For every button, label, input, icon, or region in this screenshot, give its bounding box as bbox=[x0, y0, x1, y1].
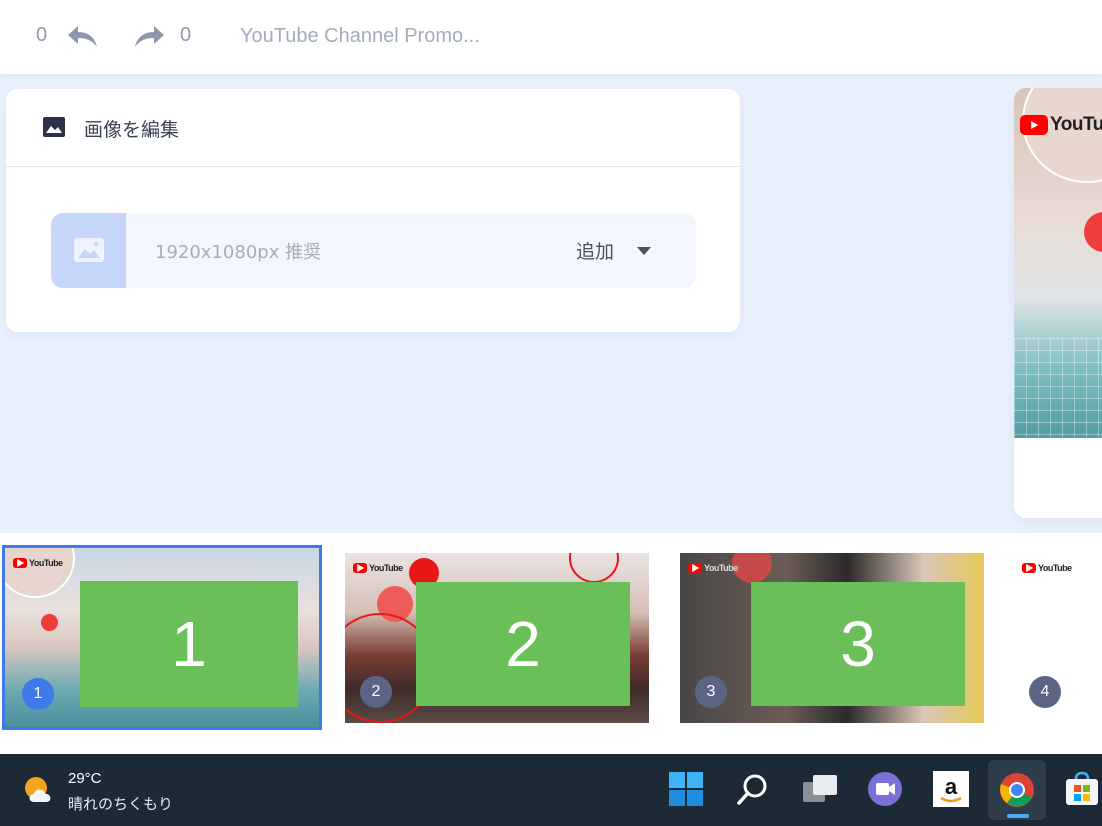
youtube-play-icon bbox=[353, 563, 367, 573]
youtube-logo: YouTube bbox=[688, 563, 738, 573]
youtube-play-icon bbox=[1022, 563, 1036, 573]
preview-grid-pattern bbox=[1014, 338, 1102, 438]
youtube-logo: YouTube bbox=[1022, 563, 1072, 573]
chevron-down-icon[interactable] bbox=[637, 247, 651, 255]
amazon-icon[interactable]: a bbox=[931, 769, 971, 809]
chrome-icon[interactable] bbox=[988, 760, 1046, 820]
youtube-logo-text: YouTube bbox=[29, 558, 63, 568]
svg-text:a: a bbox=[945, 774, 958, 799]
slide-red-dot bbox=[41, 614, 58, 631]
youtube-play-icon bbox=[688, 563, 702, 573]
slide-number-badge: 2 bbox=[360, 676, 392, 708]
undo-icon[interactable] bbox=[66, 24, 100, 54]
weather-temperature[interactable]: 29°C bbox=[68, 770, 102, 787]
youtube-logo-text: YouTube bbox=[704, 563, 738, 573]
redo-count: 0 bbox=[180, 24, 192, 46]
microsoft-store-icon[interactable] bbox=[1062, 769, 1102, 809]
redo-icon[interactable] bbox=[132, 24, 166, 54]
edit-image-card: 画像を編集 1920x1080px 推奨 追加 bbox=[6, 89, 740, 332]
youtube-logo: YouTube bbox=[1020, 114, 1102, 136]
image-icon bbox=[42, 116, 66, 142]
add-button[interactable]: 追加 bbox=[576, 237, 614, 264]
image-uploader[interactable]: 1920x1080px 推奨 追加 bbox=[51, 213, 696, 288]
slide-thumbnail-3[interactable]: YouTube 3 3 bbox=[680, 553, 984, 723]
search-icon[interactable] bbox=[733, 769, 773, 809]
slide-number-badge: 1 bbox=[22, 678, 54, 710]
partly-cloudy-icon[interactable] bbox=[22, 774, 58, 810]
uploader-hint: 1920x1080px 推奨 bbox=[155, 242, 322, 263]
card-header: 画像を編集 bbox=[6, 89, 740, 167]
editor-topbar: 0 0 YouTube Channel Promo... bbox=[0, 0, 1102, 74]
youtube-logo: YouTube bbox=[353, 563, 403, 573]
slide-number-badge: 4 bbox=[1029, 676, 1061, 708]
youtube-logo-text: YouTube bbox=[1050, 114, 1102, 135]
slide-strip: YouTube 1 1 YouTube 2 2 YouTube 3 3 YouT… bbox=[0, 533, 1102, 754]
weather-condition[interactable]: 晴れのちくもり bbox=[68, 793, 173, 814]
youtube-play-icon bbox=[1020, 115, 1048, 135]
slide-thumbnail-2[interactable]: YouTube 2 2 bbox=[345, 553, 649, 723]
teams-chat-icon[interactable] bbox=[865, 769, 905, 809]
task-view-icon[interactable] bbox=[800, 769, 840, 809]
image-placeholder[interactable] bbox=[51, 213, 126, 288]
card-title: 画像を編集 bbox=[84, 119, 180, 141]
slide-number-overlay: 2 bbox=[416, 582, 630, 706]
slide-thumbnail-1[interactable]: YouTube 1 1 bbox=[2, 545, 322, 730]
youtube-logo-text: YouTube bbox=[1038, 563, 1072, 573]
youtube-logo: YouTube bbox=[13, 558, 63, 568]
undo-count: 0 bbox=[36, 24, 48, 46]
slide-thumbnail-4[interactable]: YouTube 4 bbox=[1014, 553, 1102, 723]
slide-number-overlay: 3 bbox=[751, 582, 965, 706]
windows-start-icon[interactable] bbox=[666, 769, 706, 809]
youtube-logo-text: YouTube bbox=[369, 563, 403, 573]
active-app-indicator bbox=[1007, 814, 1029, 818]
document-title[interactable]: YouTube Channel Promo... bbox=[240, 25, 480, 48]
slide-number-overlay: 1 bbox=[80, 581, 298, 707]
youtube-play-icon bbox=[13, 558, 27, 568]
slide-number-badge: 3 bbox=[695, 676, 727, 708]
canvas-preview[interactable]: YouTube bbox=[1014, 88, 1102, 518]
windows-taskbar: 29°C 晴れのちくもり a bbox=[0, 754, 1102, 826]
